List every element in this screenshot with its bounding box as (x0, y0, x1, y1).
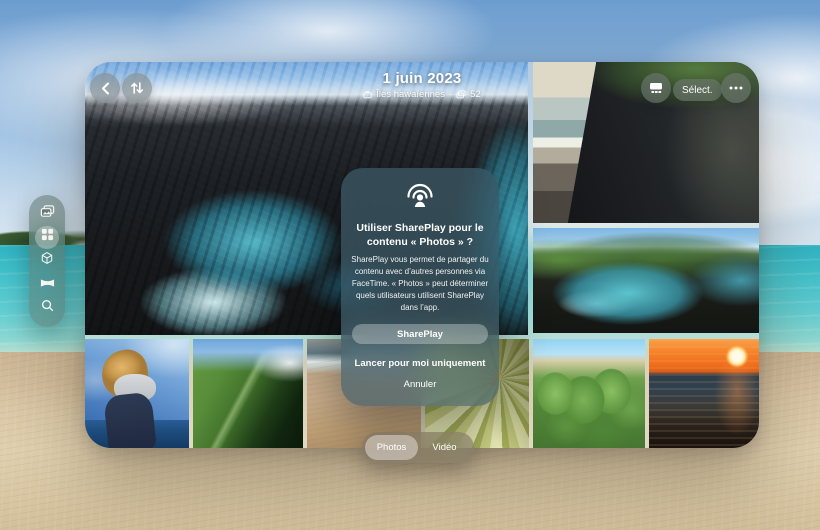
search-icon (41, 299, 54, 317)
select-button[interactable]: Sélect. (673, 79, 722, 101)
more-icon (729, 86, 743, 90)
grid-view-icon (650, 83, 662, 93)
shareplay-dialog: Utiliser SharePlay pour le contenu « Pho… (341, 168, 499, 407)
select-button-label: Sélect. (682, 84, 713, 96)
more-button[interactable] (721, 73, 751, 103)
grid-view-button[interactable] (641, 73, 671, 103)
back-icon (101, 82, 109, 94)
tab-video[interactable]: Vidéo (418, 435, 471, 460)
reorder-icon (131, 82, 143, 94)
back-button[interactable] (90, 73, 120, 103)
photo-green-cliffs[interactable] (193, 339, 303, 448)
start-for-me-only-button[interactable]: Lancer pour moi uniquement (355, 354, 486, 373)
photo-black-rock-cove[interactable] (533, 228, 759, 333)
photo-cactus-plants[interactable] (533, 339, 645, 448)
photo-detail-jeans (102, 391, 157, 448)
sidebar-item-albums[interactable] (35, 225, 59, 250)
tab-photos[interactable]: Photos (365, 435, 418, 460)
tab-photos-label: Photos (376, 442, 407, 453)
shareplay-confirm-button[interactable]: SharePlay (352, 324, 488, 345)
panorama-icon (40, 276, 55, 294)
cancel-button[interactable]: Annuler (404, 375, 437, 394)
spatial-cube-icon (40, 251, 54, 270)
photo-ocean-sunset[interactable] (649, 339, 759, 448)
sidebar-item-photos[interactable] (35, 202, 59, 226)
photo-woman-on-cliff[interactable] (85, 339, 189, 448)
sidebar-item-panoramas[interactable] (35, 273, 59, 297)
dialog-body: SharePlay vous permet de partager du con… (351, 255, 489, 313)
shareplay-icon (403, 182, 437, 213)
sidebar-item-search[interactable] (35, 296, 59, 320)
tab-video-label: Vidéo (432, 442, 457, 453)
sidebar-item-spatial[interactable] (35, 249, 59, 273)
reorder-button[interactable] (122, 73, 152, 103)
photos-stack-icon (40, 204, 55, 224)
dialog-title: Utiliser SharePlay pour le contenu « Pho… (356, 222, 484, 249)
media-type-switcher: Photos Vidéo (362, 432, 474, 463)
albums-grid-icon (41, 228, 54, 246)
vision-pro-environment: 1 juin 2023 Îles hawaïennes · 52 Sélect. (0, 0, 820, 530)
sidebar (29, 195, 65, 327)
